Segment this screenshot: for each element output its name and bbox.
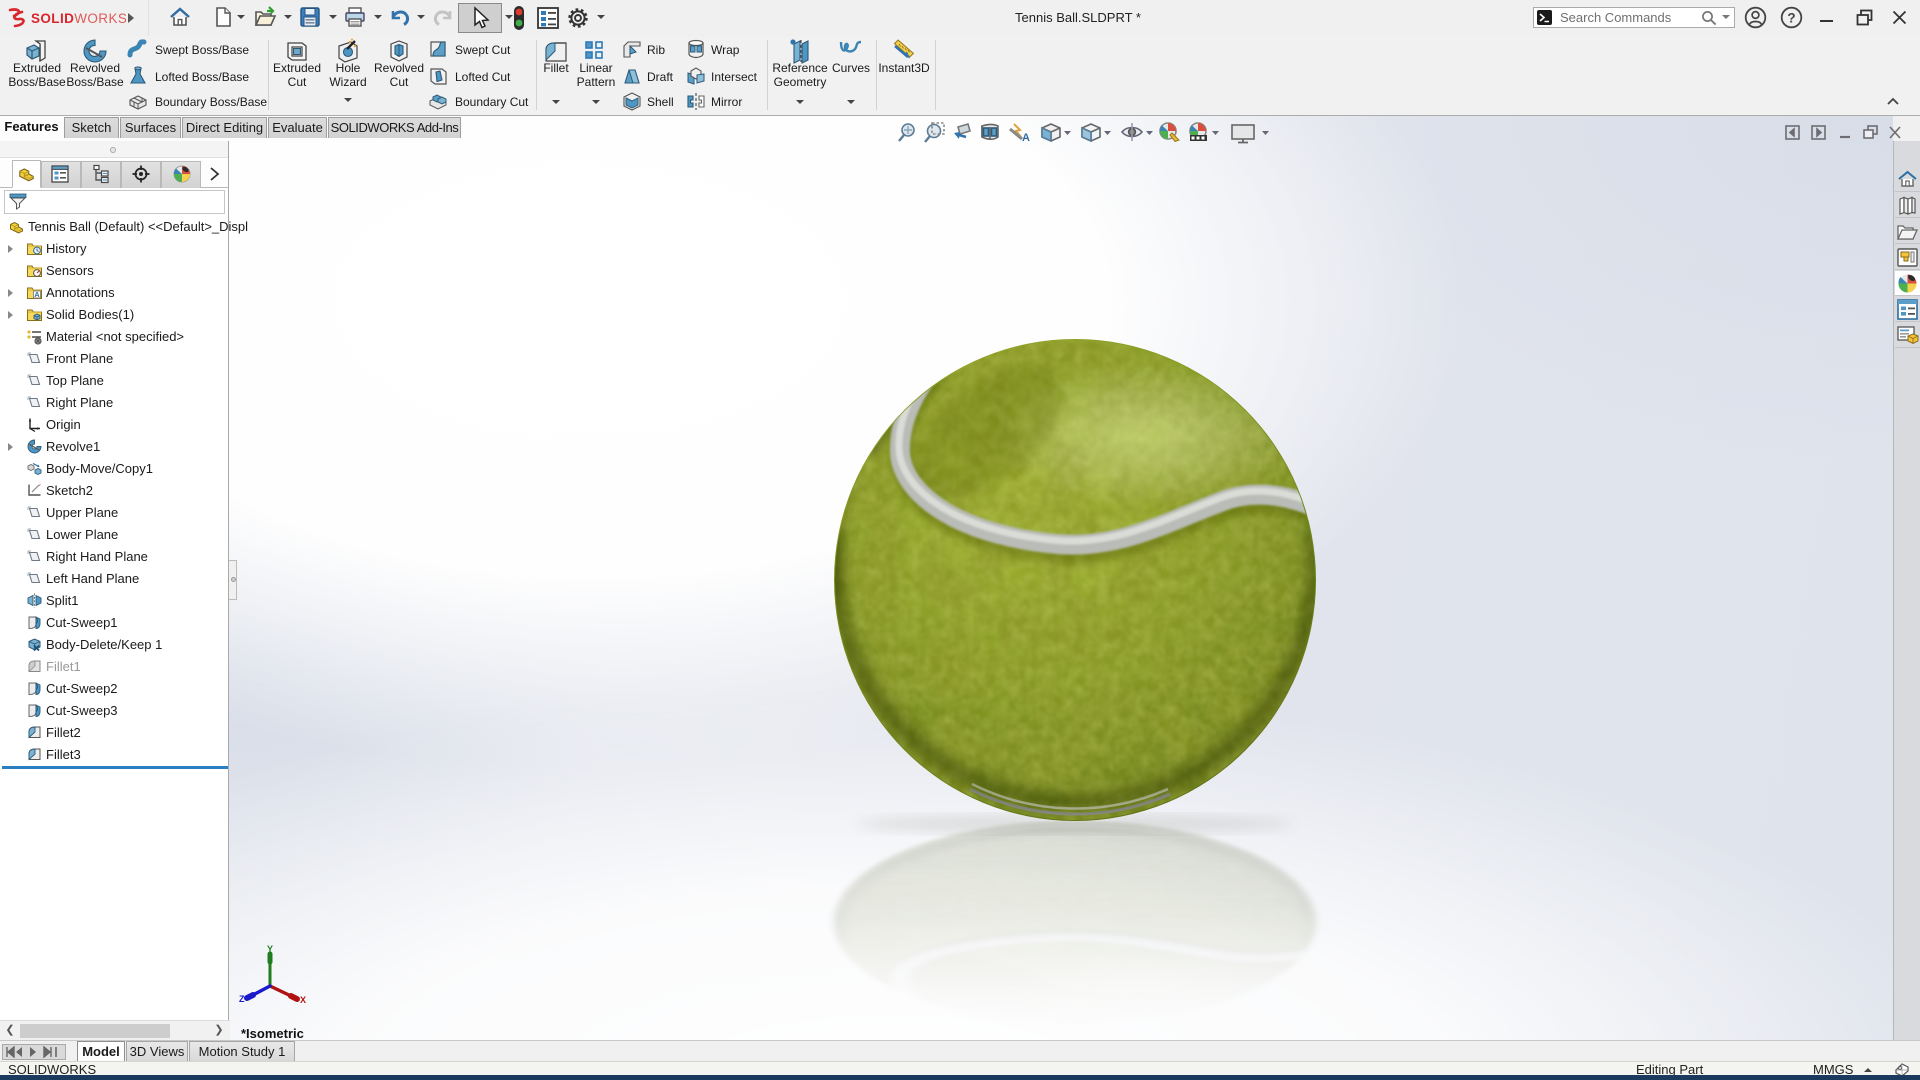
svg-text:Z: Z <box>239 994 245 1004</box>
svg-text:?: ? <box>1787 10 1795 25</box>
svg-text:A: A <box>34 290 40 299</box>
svg-text:Y: Y <box>267 944 273 954</box>
svg-text:X: X <box>300 995 306 1004</box>
svg-text:SOLIDWORKS: SOLIDWORKS <box>31 11 126 26</box>
